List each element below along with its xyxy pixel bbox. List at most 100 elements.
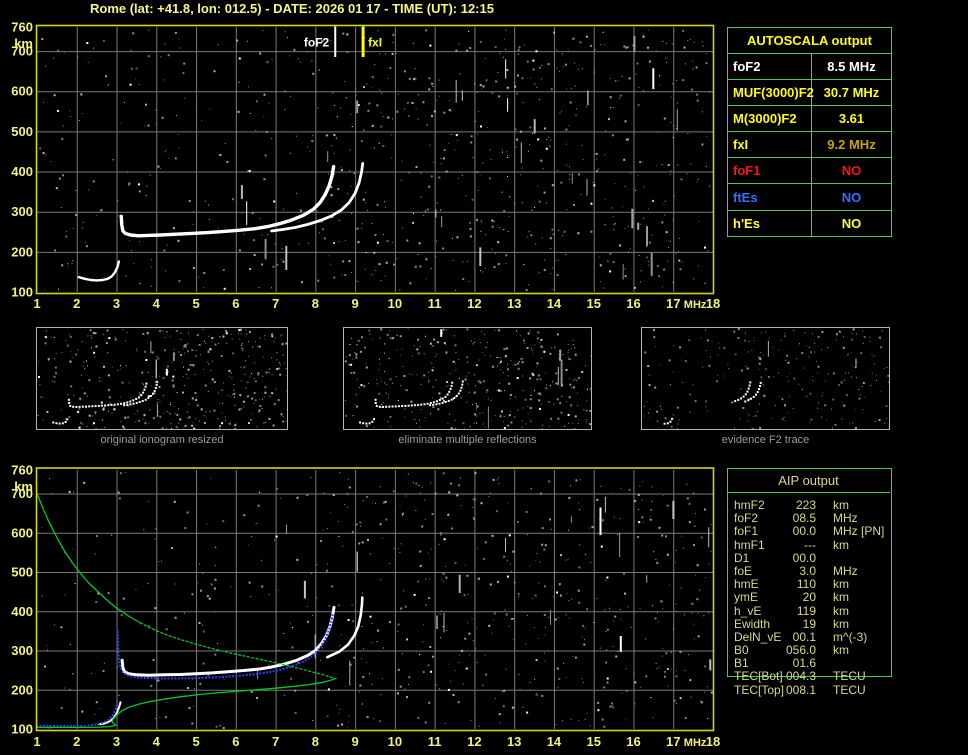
thumbnail-original-ionogram xyxy=(36,327,288,430)
thumb-series-F2-ordinary-trace xyxy=(67,382,148,408)
x-tick-label: 12 xyxy=(467,296,481,311)
parameter-unit: km xyxy=(833,616,849,631)
parameter-value: 056.0 xyxy=(785,643,816,658)
thumbnail-caption-original: original ionogram resized xyxy=(100,434,224,446)
parameter-value: 223 xyxy=(795,498,816,512)
x-tick-label: 5 xyxy=(192,296,199,311)
aip-row-foF1: foF1 00.0 MHz [PN] xyxy=(728,524,891,539)
parameter-name: foF1 xyxy=(734,524,759,539)
x-tick-label: 6 xyxy=(232,296,239,311)
parameter-name: D1 xyxy=(734,550,750,565)
parameter-value: 008.1 xyxy=(785,682,816,697)
parameter-name: h'Es xyxy=(728,210,812,236)
parameter-unit: m^(-3) xyxy=(833,629,868,644)
parameter-value: 08.5 xyxy=(792,511,816,526)
x-tick-label: 18 xyxy=(706,296,720,311)
x-tick-label: 4 xyxy=(153,734,161,749)
parameter-unit: MHz xyxy=(833,511,858,526)
aip-row-B0: B0 056.0 km xyxy=(728,643,891,658)
x-tick-label: 13 xyxy=(507,296,521,311)
x-tick-label: 10 xyxy=(388,734,402,749)
y-tick-label: 200 xyxy=(11,244,33,259)
autoscala-row-MUF(3000)F2: MUF(3000)F2 30.7 MHz xyxy=(728,80,891,107)
plot-border xyxy=(35,467,715,732)
y-tick-label: 760 xyxy=(11,463,33,478)
parameter-unit: km xyxy=(833,603,849,618)
x-tick-label: 14 xyxy=(547,296,562,311)
autoscala-row-h'Es: h'Es NO xyxy=(728,210,891,236)
aip-table-title: AIP output xyxy=(727,468,890,493)
x-tick-label: 10 xyxy=(388,296,402,311)
parameter-name: B1 xyxy=(734,656,749,671)
parameter-unit: MHz xyxy=(833,563,858,578)
x-tick-label: 12 xyxy=(467,734,481,749)
parameter-value: 01.6 xyxy=(792,656,816,671)
series-profile-bottomside xyxy=(36,678,336,729)
autoscala-table-title: AUTOSCALA output xyxy=(728,28,891,54)
y-axis-unit-label: km xyxy=(14,479,33,494)
aip-row-hmF1: hmF1 --- km xyxy=(728,537,891,552)
parameter-flag: [PN] xyxy=(861,524,885,539)
y-tick-label: 500 xyxy=(11,124,33,139)
parameter-value: 110 xyxy=(796,577,816,592)
thumbnail-caption-f2-trace: evidence F2 trace xyxy=(721,434,810,446)
x-tick-label: 15 xyxy=(586,734,600,749)
x-tick-label: 17 xyxy=(666,296,680,311)
y-axis-unit-label: km xyxy=(14,36,33,51)
parameter-name: foF1 xyxy=(728,158,812,184)
aip-row-hmF2: hmF2 223 km xyxy=(728,498,891,512)
autoscala-application-window: Rome (lat: +41.8, lon: 012.5) - DATE: 20… xyxy=(0,0,968,755)
aip-row-foF2: foF2 08.5 MHz xyxy=(728,511,891,526)
parameter-unit: km xyxy=(833,537,849,552)
parameter-value: --- xyxy=(804,537,816,552)
aip-row-hmE: hmE 110 km xyxy=(728,577,891,592)
thumbnail-multiple-reflections xyxy=(343,327,592,430)
parameter-unit: km xyxy=(833,498,849,512)
x-tick-label: 14 xyxy=(547,734,562,749)
parameter-unit: km xyxy=(833,643,849,658)
parameter-name: fxI xyxy=(728,132,812,158)
parameter-name: hmF1 xyxy=(734,537,765,552)
parameter-value: 9.2 MHz xyxy=(827,137,876,153)
axis-labels: 760700600500400300200100km1 2 3 4 5 6 7 8 9 10 11 1… xyxy=(11,463,720,750)
parameter-name: ymE xyxy=(734,590,758,605)
parameter-name: hmF2 xyxy=(734,498,765,512)
parameter-value: NO xyxy=(841,163,862,179)
series-profile-topside-solid xyxy=(36,492,142,624)
parameter-value: 30.7 MHz xyxy=(823,85,880,101)
x-tick-label: 9 xyxy=(352,734,359,749)
thumbnail-caption-reflections: eliminate multiple reflections xyxy=(398,434,537,446)
thumbnail-f2-evidence xyxy=(641,327,890,430)
x-tick-label: 9 xyxy=(352,296,359,311)
series-F2-ordinary-trace xyxy=(120,605,336,677)
grid xyxy=(37,470,713,729)
x-tick-label: 1 xyxy=(33,734,40,749)
y-tick-label: 300 xyxy=(11,643,33,658)
parameter-value: 3.0 xyxy=(799,563,816,578)
aip-row-ymE: ymE 20 km xyxy=(728,590,891,605)
parameter-name: foF2 xyxy=(734,511,759,526)
fxI-marker-label: fxI xyxy=(368,36,382,50)
parameter-value: 00.0 xyxy=(792,524,816,539)
aip-row-foE: foE 3.0 MHz xyxy=(728,563,891,578)
parameter-name: M(3000)F2 xyxy=(728,106,812,132)
aip-row-TEC[Bot]: TEC[Bot] 004.3 TECU xyxy=(728,669,891,684)
thumb-series-F2-ordinary-trace xyxy=(374,381,454,408)
aip-row-DelN_vE: DelN_vE 00.1 m^(-3) xyxy=(728,629,891,644)
parameter-name: Ewidth xyxy=(734,616,771,631)
ionogram-panel-top: foF2 fxI760700600500400300200100km1 2 3 4 5 6 7… xyxy=(11,20,720,312)
parameter-value: 004.3 xyxy=(785,669,816,684)
autoscala-row-ftEs: ftEs NO xyxy=(728,184,891,211)
parameter-value: 3.61 xyxy=(838,111,865,127)
parameter-value: 19 xyxy=(802,616,816,631)
y-tick-label: 600 xyxy=(11,525,33,540)
x-tick-label: 18 xyxy=(706,734,720,749)
y-tick-label: 600 xyxy=(11,84,33,99)
x-tick-label: 3 xyxy=(113,734,120,749)
y-tick-label: 200 xyxy=(11,682,33,697)
ionogram-panel-bottom: 760700600500400300200100km1 2 3 4 5 6 7 8 9 10 11 1… xyxy=(11,463,720,750)
parameter-value: 00.0 xyxy=(792,550,816,565)
x-tick-label: 4 xyxy=(153,296,161,311)
x-tick-label: 17 xyxy=(666,734,680,749)
autoscala-row-foF1: foF1 NO xyxy=(728,158,891,185)
